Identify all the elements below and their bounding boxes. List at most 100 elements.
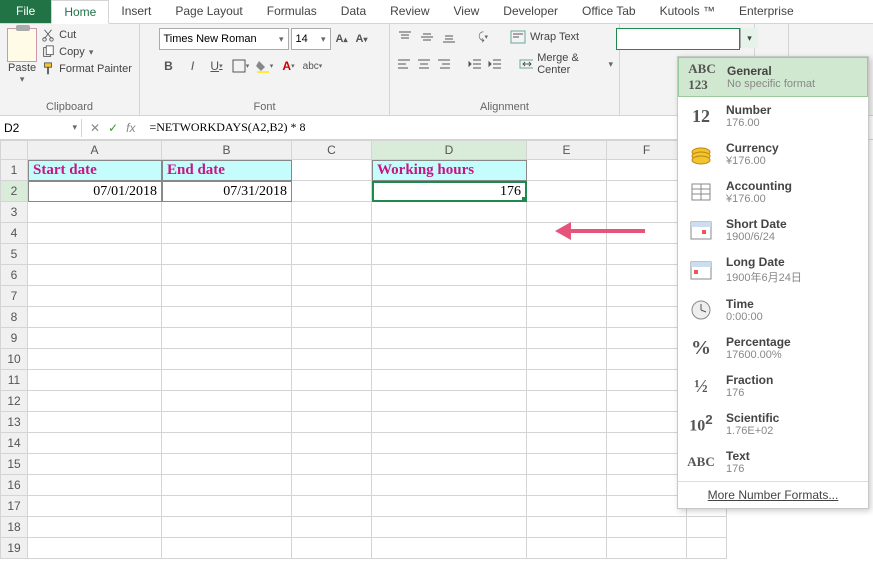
cell-B7[interactable] [162, 286, 292, 307]
cell-A13[interactable] [28, 412, 162, 433]
cell-D13[interactable] [372, 412, 527, 433]
cell-F5[interactable] [607, 244, 687, 265]
cell-C6[interactable] [292, 265, 372, 286]
cell-E18[interactable] [527, 517, 607, 538]
align-left-button[interactable] [396, 55, 412, 73]
cell-A15[interactable] [28, 454, 162, 475]
cell-C13[interactable] [292, 412, 372, 433]
col-head-B[interactable]: B [162, 140, 292, 160]
cut-button[interactable]: Cut [41, 28, 132, 42]
cell-C5[interactable] [292, 244, 372, 265]
cell-F8[interactable] [607, 307, 687, 328]
fmt-shortdate[interactable]: Short Date1900/6/24 [678, 211, 868, 249]
row-head-5[interactable]: 5 [0, 244, 28, 265]
border-button[interactable]: ▾ [231, 56, 251, 76]
col-head-F[interactable]: F [607, 140, 687, 160]
cell-A10[interactable] [28, 349, 162, 370]
tab-file[interactable]: File [0, 0, 51, 23]
cell-C7[interactable] [292, 286, 372, 307]
cell-E7[interactable] [527, 286, 607, 307]
bold-button[interactable]: B [159, 56, 179, 76]
cell-B18[interactable] [162, 517, 292, 538]
cell-B8[interactable] [162, 307, 292, 328]
tab-data[interactable]: Data [329, 0, 378, 23]
font-name-select[interactable]: Times New Roman▾ [159, 28, 289, 50]
row-head-12[interactable]: 12 [0, 391, 28, 412]
fmt-time[interactable]: Time0:00:00 [678, 291, 868, 329]
fmt-more[interactable]: More Number Formats... [678, 481, 868, 508]
cell-D4[interactable] [372, 223, 527, 244]
cell-F11[interactable] [607, 370, 687, 391]
row-head-8[interactable]: 8 [0, 307, 28, 328]
col-head-C[interactable]: C [292, 140, 372, 160]
cell-C11[interactable] [292, 370, 372, 391]
cell-E2[interactable] [527, 181, 607, 202]
row-head-4[interactable]: 4 [0, 223, 28, 244]
cell-A1[interactable]: Start date [28, 160, 162, 181]
cell-E13[interactable] [527, 412, 607, 433]
cell-B12[interactable] [162, 391, 292, 412]
tab-office-tab[interactable]: Office Tab [570, 0, 648, 23]
wrap-text-button[interactable]: Wrap Text [510, 30, 579, 44]
format-painter-button[interactable]: Format Painter [41, 62, 132, 76]
cell-A3[interactable] [28, 202, 162, 223]
tab-page-layout[interactable]: Page Layout [163, 0, 254, 23]
cell-E8[interactable] [527, 307, 607, 328]
cell-A6[interactable] [28, 265, 162, 286]
row-head-1[interactable]: 1 [0, 160, 28, 181]
fmt-percentage[interactable]: % Percentage17600.00% [678, 329, 868, 367]
cell-A4[interactable] [28, 223, 162, 244]
cell-A5[interactable] [28, 244, 162, 265]
row-head-2[interactable]: 2 [0, 181, 28, 202]
cell-D5[interactable] [372, 244, 527, 265]
cell-D16[interactable] [372, 475, 527, 496]
cell-E10[interactable] [527, 349, 607, 370]
cell-C10[interactable] [292, 349, 372, 370]
font-color-button[interactable]: A▾ [279, 56, 299, 76]
tab-review[interactable]: Review [378, 0, 441, 23]
decrease-font-button[interactable]: A▾ [353, 29, 371, 49]
cell-E19[interactable] [527, 538, 607, 559]
row-head-16[interactable]: 16 [0, 475, 28, 496]
cell-F14[interactable] [607, 433, 687, 454]
name-box[interactable]: D2▾ [0, 119, 82, 137]
row-head-19[interactable]: 19 [0, 538, 28, 559]
cell-F19[interactable] [607, 538, 687, 559]
cell-D18[interactable] [372, 517, 527, 538]
align-bottom-button[interactable] [440, 28, 458, 46]
cell-F1[interactable] [607, 160, 687, 181]
cell-B14[interactable] [162, 433, 292, 454]
row-head-6[interactable]: 6 [0, 265, 28, 286]
cell-F17[interactable] [607, 496, 687, 517]
orientation-button[interactable]: ⤹▾ [474, 28, 492, 46]
cell-C15[interactable] [292, 454, 372, 475]
cell-E9[interactable] [527, 328, 607, 349]
cell-E11[interactable] [527, 370, 607, 391]
cell-A2[interactable]: 07/01/2018 [28, 181, 162, 202]
paste-button[interactable]: Paste ▾ [7, 28, 37, 85]
cell-F18[interactable] [607, 517, 687, 538]
cell-C17[interactable] [292, 496, 372, 517]
row-head-17[interactable]: 17 [0, 496, 28, 517]
cell-B6[interactable] [162, 265, 292, 286]
cell-F3[interactable] [607, 202, 687, 223]
tab-developer[interactable]: Developer [491, 0, 570, 23]
cell-C12[interactable] [292, 391, 372, 412]
cell-B19[interactable] [162, 538, 292, 559]
cell-E3[interactable] [527, 202, 607, 223]
cell-F13[interactable] [607, 412, 687, 433]
row-head-10[interactable]: 10 [0, 349, 28, 370]
italic-button[interactable]: I [183, 56, 203, 76]
fmt-scientific[interactable]: 102 Scientific1.76E+02 [678, 405, 868, 443]
merge-center-button[interactable]: Merge & Center ▾ [519, 52, 613, 76]
tab-enterprise[interactable]: Enterprise [727, 0, 806, 23]
fill-color-button[interactable]: ▾ [255, 56, 275, 76]
cell-B15[interactable] [162, 454, 292, 475]
fmt-longdate[interactable]: Long Date1900年6月24日 [678, 249, 868, 291]
cell-A16[interactable] [28, 475, 162, 496]
align-right-button[interactable] [436, 55, 452, 73]
cell-C18[interactable] [292, 517, 372, 538]
align-center-button[interactable] [416, 55, 432, 73]
fx-icon[interactable]: fx [126, 121, 135, 135]
align-top-button[interactable] [396, 28, 414, 46]
